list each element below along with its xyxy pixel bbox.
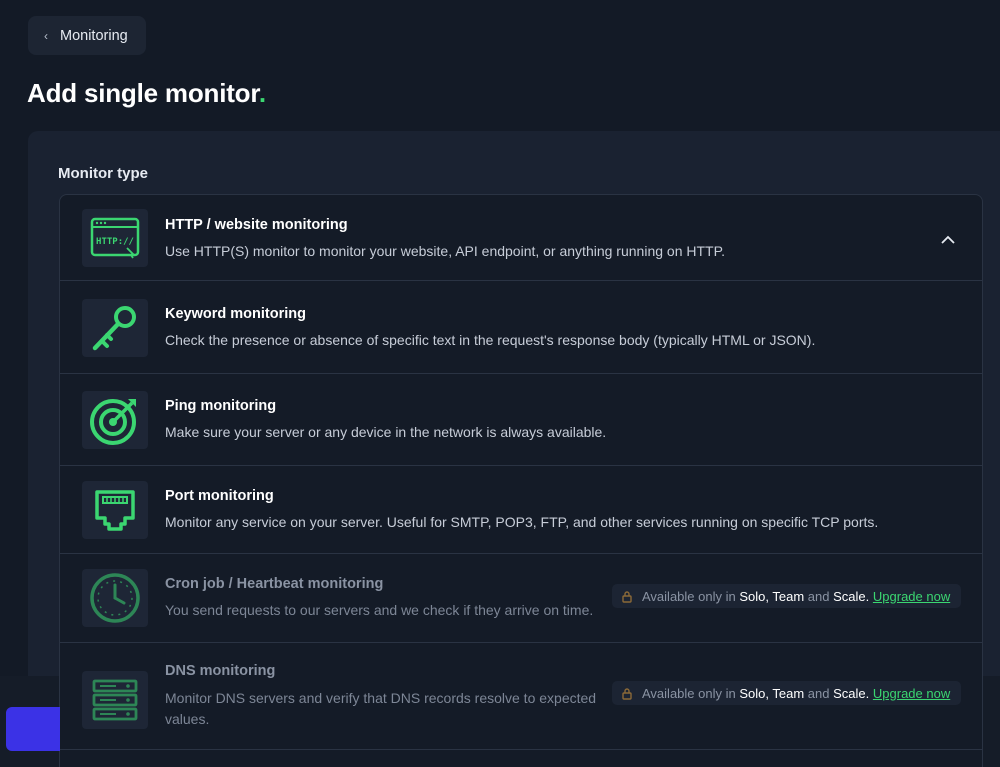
- target-icon: [82, 391, 148, 449]
- monitor-type-desc: Make sure your server or any device in t…: [165, 424, 607, 440]
- monitor-type-title: Cron job / Heartbeat monitoring: [165, 576, 384, 592]
- monitor-type-http[interactable]: HTTP:// HTTP / website monitoring Use HT…: [60, 195, 982, 281]
- upgrade-badge-text: Available only in Solo, Team and Scale. …: [642, 685, 951, 701]
- monitor-type-title: Ping monitoring: [165, 398, 277, 414]
- server-stack-icon: [82, 671, 148, 729]
- monitor-type-desc: Check the presence or absence of specifi…: [165, 332, 816, 348]
- back-button[interactable]: ‹ Monitoring: [28, 16, 146, 55]
- title-accent-dot: .: [258, 78, 266, 108]
- http-icon: HTTP://: [82, 209, 148, 267]
- monitor-type-label: Monitor type: [58, 165, 148, 182]
- chevron-up-icon[interactable]: [938, 229, 958, 249]
- monitor-type-cron[interactable]: Cron job / Heartbeat monitoring You send…: [60, 554, 982, 643]
- svg-text:HTTP://: HTTP://: [96, 237, 134, 247]
- upgrade-badge: Available only in Solo, Team and Scale. …: [612, 584, 961, 608]
- back-button-label: Monitoring: [60, 27, 128, 44]
- monitor-type-title: HTTP / website monitoring: [165, 217, 348, 233]
- monitor-type-desc: Use HTTP(S) monitor to monitor your webs…: [165, 243, 725, 259]
- upgrade-now-link[interactable]: Upgrade now: [873, 686, 950, 701]
- clock-icon: [82, 569, 148, 627]
- monitor-type-desc: You send requests to our servers and we …: [165, 602, 594, 618]
- left-strip: [0, 0, 28, 676]
- upgrade-badge: Available only in Solo, Team and Scale. …: [612, 681, 961, 705]
- monitor-type-ping[interactable]: Ping monitoring Make sure your server or…: [60, 374, 982, 466]
- ethernet-port-icon: [82, 481, 148, 539]
- primary-action-button[interactable]: [6, 707, 60, 751]
- monitor-type-port[interactable]: Port monitoring Monitor any service on y…: [60, 466, 982, 554]
- monitor-type-dns[interactable]: DNS monitoring Monitor DNS servers and v…: [60, 643, 982, 750]
- key-icon: [82, 299, 148, 357]
- page-title: Add single monitor.: [27, 78, 266, 108]
- monitor-type-keyword[interactable]: Keyword monitoring Check the presence or…: [60, 281, 982, 374]
- monitor-type-desc: Monitor any service on your server. Usef…: [165, 514, 879, 530]
- monitor-type-list: HTTP:// HTTP / website monitoring Use HT…: [59, 194, 983, 767]
- monitor-type-desc: Monitor DNS servers and verify that DNS …: [165, 690, 597, 727]
- chevron-left-icon: ‹: [44, 28, 48, 43]
- lock-icon: [622, 687, 632, 700]
- monitor-type-title: Keyword monitoring: [165, 306, 306, 322]
- monitor-type-title: DNS monitoring: [165, 663, 276, 679]
- lock-icon: [622, 590, 632, 603]
- monitor-type-title: Port monitoring: [165, 488, 274, 504]
- upgrade-now-link[interactable]: Upgrade now: [873, 589, 950, 604]
- upgrade-badge-text: Available only in Solo, Team and Scale. …: [642, 588, 951, 604]
